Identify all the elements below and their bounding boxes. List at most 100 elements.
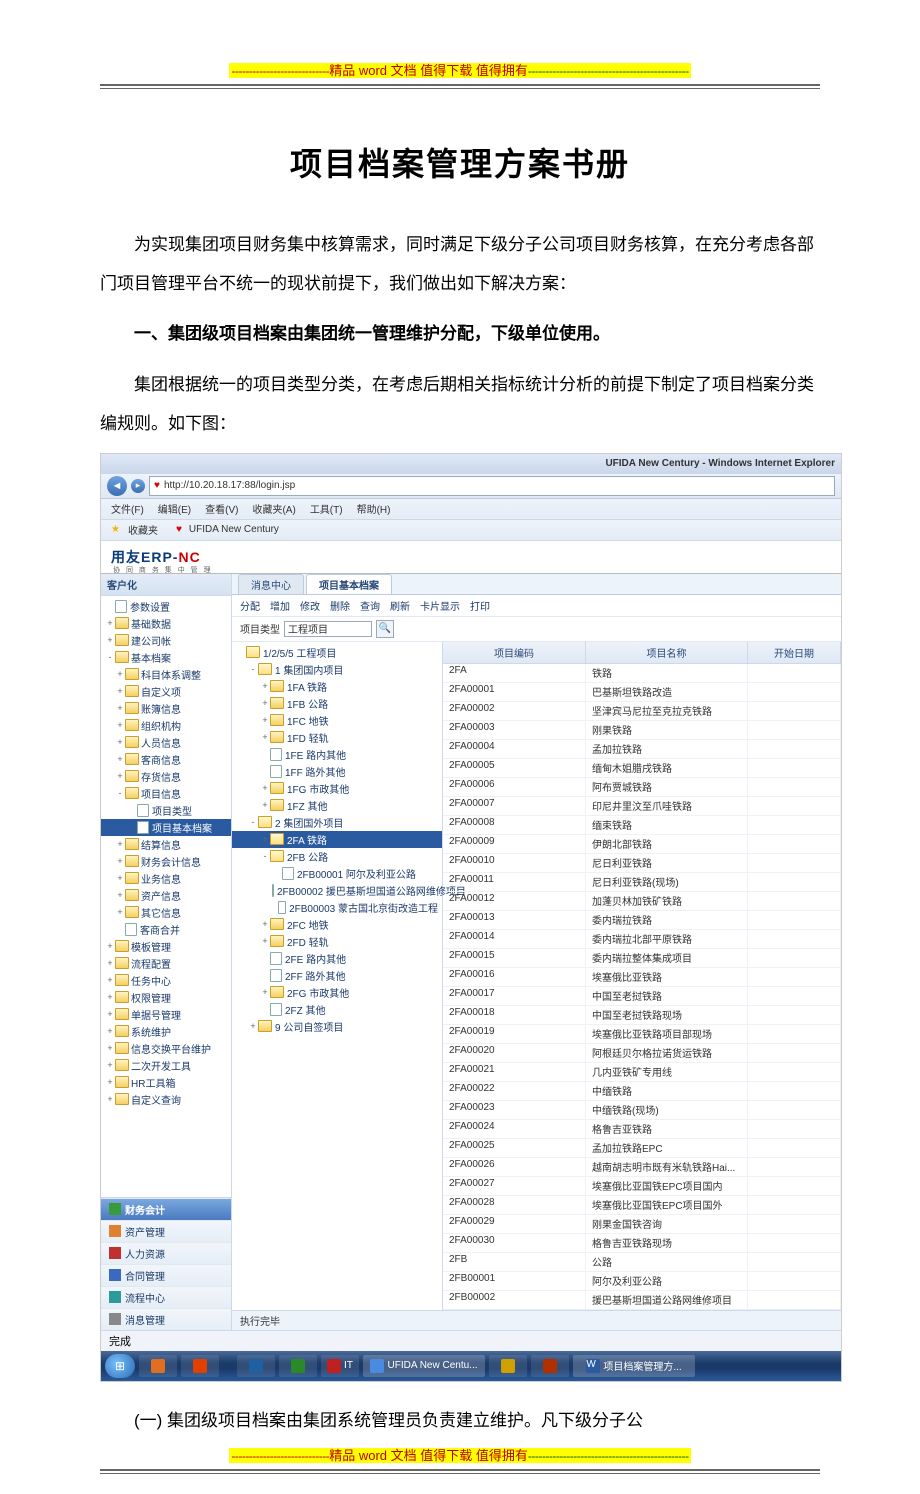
table-row[interactable]: 2FA00004孟加拉铁路 — [443, 740, 841, 759]
project-tree-item[interactable]: +2FC 地铁 — [232, 916, 442, 933]
project-tree-item[interactable]: +2FD 轻轨 — [232, 933, 442, 950]
btn-delete[interactable]: 删除 — [330, 598, 350, 613]
sidebar-item[interactable]: -项目信息 — [101, 785, 231, 802]
btn-add[interactable]: 增加 — [270, 598, 290, 613]
table-row[interactable]: 2FA00014委内瑞拉北部平原铁路 — [443, 930, 841, 949]
project-tree-item[interactable]: +2FA 铁路 — [232, 831, 442, 848]
taskbar-misc[interactable] — [531, 1355, 569, 1377]
sidebar-item[interactable]: +业务信息 — [101, 870, 231, 887]
project-tree-item[interactable]: +1FC 地铁 — [232, 712, 442, 729]
table-row[interactable]: 2FA00029刚果金国铁咨询 — [443, 1215, 841, 1234]
table-row[interactable]: 2FA00025孟加拉铁路EPC — [443, 1139, 841, 1158]
table-row[interactable]: 2FA00013委内瑞拉铁路 — [443, 911, 841, 930]
sidebar-item[interactable]: +资产信息 — [101, 887, 231, 904]
sidebar-header[interactable]: 客户化 — [101, 574, 231, 596]
sidebar-item[interactable]: +单据号管理 — [101, 1006, 231, 1023]
table-row[interactable]: 2FA00012加蓬贝林加铁矿铁路 — [443, 892, 841, 911]
project-type-input[interactable]: 工程项目 — [284, 621, 372, 637]
taskbar-excel[interactable] — [279, 1355, 317, 1377]
table-row[interactable]: 2FA00008缅束铁路 — [443, 816, 841, 835]
table-row[interactable]: 2FA00006阿布贾城铁路 — [443, 778, 841, 797]
project-tree-item[interactable]: +1FG 市政其他 — [232, 780, 442, 797]
table-row[interactable]: 2FA00018中国至老挝铁路现场 — [443, 1006, 841, 1025]
table-row[interactable]: 2FA00021几内亚铁矿专用线 — [443, 1063, 841, 1082]
table-row[interactable]: 2FA00011尼日利亚铁路(现场) — [443, 873, 841, 892]
sidebar-item[interactable]: +信息交换平台维护 — [101, 1040, 231, 1057]
table-row[interactable]: 2FA00019埃塞俄比亚铁路项目部现场 — [443, 1025, 841, 1044]
sidebar-item[interactable]: +流程配置 — [101, 955, 231, 972]
btn-edit[interactable]: 修改 — [300, 598, 320, 613]
taskbar-media[interactable] — [181, 1355, 219, 1377]
project-tree-item[interactable]: +9 公司自签项目 — [232, 1018, 442, 1035]
table-row[interactable]: 2FA00022中缅铁路 — [443, 1082, 841, 1101]
project-tree-item[interactable]: +2FG 市政其他 — [232, 984, 442, 1001]
table-row[interactable]: 2FA00003刚果铁路 — [443, 721, 841, 740]
sidebar-item[interactable]: +HR工具箱 — [101, 1074, 231, 1091]
table-row[interactable]: 2FB公路 — [443, 1253, 841, 1272]
table-row[interactable]: 2FA00026越南胡志明市既有米轨铁路Hai... — [443, 1158, 841, 1177]
module-button[interactable]: 消息管理 — [101, 1308, 231, 1330]
sidebar-item[interactable]: +基础数据 — [101, 615, 231, 632]
table-row[interactable]: 2FA00016埃塞俄比亚铁路 — [443, 968, 841, 987]
project-tree-item[interactable]: 2FZ 其他 — [232, 1001, 442, 1018]
table-row[interactable]: 2FA00020阿根廷贝尔格拉诺货运铁路 — [443, 1044, 841, 1063]
table-row[interactable]: 2FB00001阿尔及利亚公路 — [443, 1272, 841, 1291]
taskbar-word[interactable]: W 项目档案管理方... — [573, 1355, 695, 1377]
table-row[interactable]: 2FA00015委内瑞拉整体集成项目 — [443, 949, 841, 968]
table-row[interactable]: 2FA00023中缅铁路(现场) — [443, 1101, 841, 1120]
table-row[interactable]: 2FA00005缅甸木姐腊戌铁路 — [443, 759, 841, 778]
sidebar-item[interactable]: +科目体系调整 — [101, 666, 231, 683]
project-tree-item[interactable]: +1FB 公路 — [232, 695, 442, 712]
module-button[interactable]: 合同管理 — [101, 1264, 231, 1286]
sidebar-item[interactable]: +组织机构 — [101, 717, 231, 734]
btn-assign[interactable]: 分配 — [240, 598, 260, 613]
sidebar-item[interactable]: +模板管理 — [101, 938, 231, 955]
btn-card[interactable]: 卡片显示 — [420, 598, 460, 613]
btn-query[interactable]: 查询 — [360, 598, 380, 613]
table-row[interactable]: 2FA00010尼日利亚铁路 — [443, 854, 841, 873]
sidebar-item[interactable]: 客商合并 — [101, 921, 231, 938]
btn-refresh[interactable]: 刷新 — [390, 598, 410, 613]
btn-print[interactable]: 打印 — [470, 598, 490, 613]
taskbar-app1[interactable] — [237, 1355, 275, 1377]
sidebar-item[interactable]: 项目基本档案 — [101, 819, 231, 836]
project-tree-item[interactable]: 1/2/5/5 工程项目 — [232, 644, 442, 661]
table-row[interactable]: 2FA00027埃塞俄比亚国铁EPC项目国内 — [443, 1177, 841, 1196]
col-name[interactable]: 项目名称 — [586, 642, 748, 663]
sidebar-item[interactable]: +存货信息 — [101, 768, 231, 785]
table-row[interactable]: 2FA00007印尼井里汶至爪哇铁路 — [443, 797, 841, 816]
project-tree-item[interactable]: 2FB00001 阿尔及利亚公路 — [232, 865, 442, 882]
menu-file[interactable]: 文件(F) — [111, 501, 144, 516]
col-date[interactable]: 开始日期 — [748, 642, 841, 663]
sidebar-item[interactable]: +客商信息 — [101, 751, 231, 768]
forward-button[interactable]: ▸ — [131, 479, 145, 493]
project-tree-item[interactable]: -1 集团国内项目 — [232, 661, 442, 678]
start-button[interactable]: ⊞ — [105, 1354, 135, 1378]
table-row[interactable]: 2FB00002援巴基斯坦国道公路网维修项目 — [443, 1291, 841, 1310]
menu-view[interactable]: 查看(V) — [205, 501, 238, 516]
table-row[interactable]: 2FA00030格鲁吉亚铁路现场 — [443, 1234, 841, 1253]
favorite-item[interactable]: ♥ UFIDA New Century — [176, 524, 279, 535]
col-code[interactable]: 项目编码 — [443, 642, 586, 663]
table-row[interactable]: 2FA00009伊朗北部铁路 — [443, 835, 841, 854]
project-tree-item[interactable]: +1FZ 其他 — [232, 797, 442, 814]
sidebar-item[interactable]: +权限管理 — [101, 989, 231, 1006]
project-tree-item[interactable]: -2 集团国外项目 — [232, 814, 442, 831]
table-row[interactable]: 2FA00002坚津宾马尼拉至克拉克铁路 — [443, 702, 841, 721]
sidebar-item[interactable]: +结算信息 — [101, 836, 231, 853]
module-button[interactable]: 人力资源 — [101, 1242, 231, 1264]
sidebar-item[interactable]: +二次开发工具 — [101, 1057, 231, 1074]
menu-tools[interactable]: 工具(T) — [310, 501, 343, 516]
sidebar-item[interactable]: +自定义项 — [101, 683, 231, 700]
sidebar-item[interactable]: +其它信息 — [101, 904, 231, 921]
sidebar-item[interactable]: +自定义查询 — [101, 1091, 231, 1108]
sidebar-item[interactable]: 参数设置 — [101, 598, 231, 615]
project-tree-item[interactable]: 2FB00002 援巴基斯坦国道公路网维修项目 — [232, 882, 442, 899]
sidebar-item[interactable]: +人员信息 — [101, 734, 231, 751]
tab-project-archive[interactable]: 项目基本档案 — [306, 574, 392, 594]
url-bar[interactable]: ♥ http://10.20.18.17:88/login.jsp — [149, 476, 835, 496]
project-tree-item[interactable]: -2FB 公路 — [232, 848, 442, 865]
sidebar-item[interactable]: +账簿信息 — [101, 700, 231, 717]
table-row[interactable]: 2FA00001巴基斯坦铁路改造 — [443, 683, 841, 702]
module-button[interactable]: 财务会计 — [101, 1198, 231, 1220]
